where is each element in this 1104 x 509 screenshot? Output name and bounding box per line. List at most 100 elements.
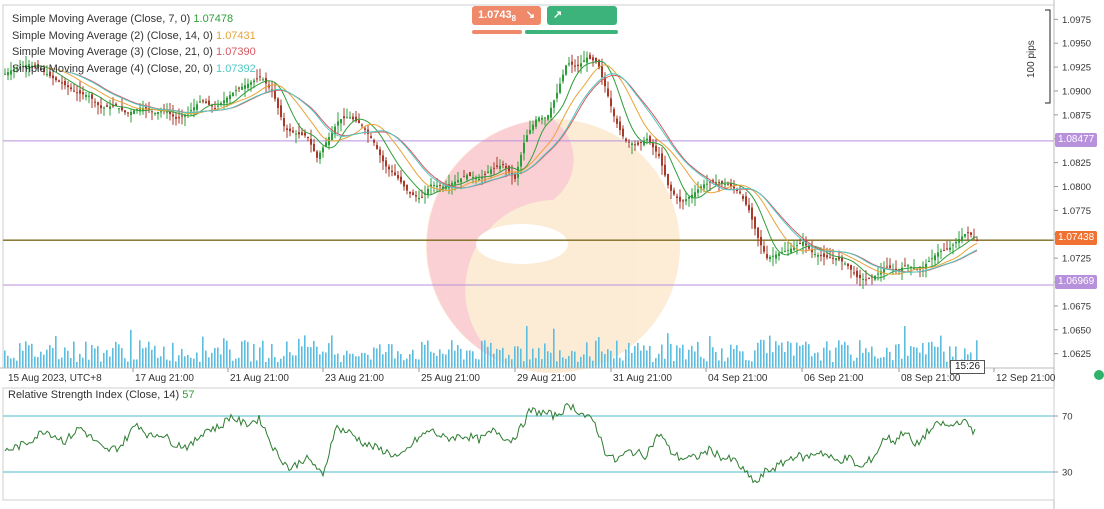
candle-body: [196, 104, 198, 110]
volume-bar: [319, 354, 321, 368]
candle-body: [964, 234, 966, 237]
candle-body: [166, 111, 168, 113]
volume-bar: [724, 361, 726, 368]
candle-body: [679, 196, 681, 202]
volume-bar: [691, 345, 693, 368]
volume-bar: [301, 346, 303, 368]
volume-bar: [808, 344, 810, 368]
volume-bar: [553, 328, 555, 368]
candle-body: [409, 191, 411, 194]
volume-bar: [511, 359, 513, 368]
volume-bar: [73, 341, 75, 368]
legend-sma-1[interactable]: Simple Moving Average (Close, 7, 0) 1.07…: [12, 11, 256, 28]
volume-bar: [601, 351, 603, 368]
volume-bar: [487, 346, 489, 368]
volume-bar: [196, 352, 198, 368]
volume-bar: [91, 344, 93, 368]
volume-bar: [730, 344, 732, 368]
volume-bar: [814, 353, 816, 368]
volume-bar: [310, 347, 312, 368]
price-tick-label: 1.0775: [1062, 206, 1091, 217]
candle-body: [439, 185, 441, 187]
scroll-to-latest-button[interactable]: [1094, 370, 1104, 380]
candle-body: [328, 137, 330, 146]
rsi-tick-label: 30: [1062, 468, 1073, 479]
volume-bar: [886, 347, 888, 368]
volume-bar: [238, 357, 240, 368]
candle-body: [223, 100, 225, 104]
candle-body: [412, 192, 414, 196]
volume-bar: [421, 342, 423, 368]
time-tick-label: 29 Aug 21:00: [517, 373, 576, 384]
candle-body: [967, 232, 969, 234]
candle-body: [130, 111, 132, 115]
candle-body: [886, 266, 888, 268]
candle-body: [217, 105, 219, 107]
candle-body: [667, 173, 669, 186]
buy-volume-bar: [525, 30, 618, 34]
volume-bar: [256, 360, 258, 368]
sell-volume-bar: [472, 30, 522, 34]
candle-body: [388, 166, 390, 170]
volume-bar: [241, 341, 243, 368]
rsi-panel[interactable]: 70 30: [2, 387, 1073, 501]
volume-bar: [223, 338, 225, 368]
candle-body: [259, 76, 261, 78]
candle-body: [463, 176, 465, 178]
volume-bar: [4, 350, 6, 368]
buy-button[interactable]: ↗ 1.07448: [547, 6, 617, 42]
sell-arrow-icon: ↘: [525, 9, 535, 21]
volume-bar: [208, 357, 210, 368]
hline-tag-upper[interactable]: 1.08477: [1055, 133, 1098, 147]
volume-bar: [415, 358, 417, 368]
volume-bar: [115, 341, 117, 368]
volume-bar: [616, 340, 618, 368]
candle-body: [313, 144, 315, 152]
price-tick-label: 1.0875: [1062, 110, 1091, 121]
volume-bar: [865, 348, 867, 368]
volume-bar: [829, 350, 831, 368]
legend-sma-4[interactable]: Simple Moving Average (4) (Close, 20, 0)…: [12, 61, 256, 78]
candle-body: [61, 82, 63, 84]
volume-bar: [418, 359, 420, 368]
candle-body: [835, 258, 837, 261]
candle-body: [262, 79, 264, 81]
candle-body: [277, 98, 279, 109]
volume-bar: [502, 347, 504, 368]
volume-bar: [121, 347, 123, 368]
volume-bar: [646, 350, 648, 368]
volume-bar: [721, 348, 723, 368]
candle-body: [397, 175, 399, 179]
candle-body: [751, 207, 753, 220]
candle-body: [133, 110, 135, 115]
legend-sma-2[interactable]: Simple Moving Average (2) (Close, 14, 0)…: [12, 28, 256, 45]
candle-body: [70, 87, 72, 90]
candle-body: [469, 172, 471, 176]
volume-bar: [916, 347, 918, 368]
volume-bar: [523, 361, 525, 368]
candle-body: [154, 112, 156, 115]
candle-body: [127, 112, 129, 114]
volume-bar: [79, 353, 81, 368]
legend-sma-3[interactable]: Simple Moving Average (3) (Close, 21, 0)…: [12, 44, 256, 61]
volume-bar: [925, 354, 927, 368]
volume-bar: [388, 343, 390, 368]
volume-bar: [940, 335, 942, 368]
current-price-tag[interactable]: 1.07438: [1055, 231, 1098, 245]
volume-bar: [109, 356, 111, 368]
sell-button[interactable]: 1.07438 ↘: [472, 6, 541, 25]
candle-body: [97, 102, 99, 106]
volume-bar: [439, 349, 441, 368]
price-axis[interactable]: 1.09751.09501.09251.09001.08751.08501.08…: [1053, 0, 1091, 509]
indicator-legend: Simple Moving Average (Close, 7, 0) 1.07…: [12, 11, 256, 77]
candle-body: [829, 257, 831, 259]
volume-bar: [31, 343, 33, 368]
candle-body: [370, 136, 372, 138]
volume-bar: [292, 355, 294, 368]
rsi-legend[interactable]: Relative Strength Index (Close, 14) 57: [8, 389, 195, 401]
volume-bar: [373, 347, 375, 368]
hline-tag-lower[interactable]: 1.06969: [1055, 275, 1098, 289]
volume-bar: [409, 354, 411, 368]
volume-bar: [403, 360, 405, 368]
candle-body: [832, 257, 834, 259]
